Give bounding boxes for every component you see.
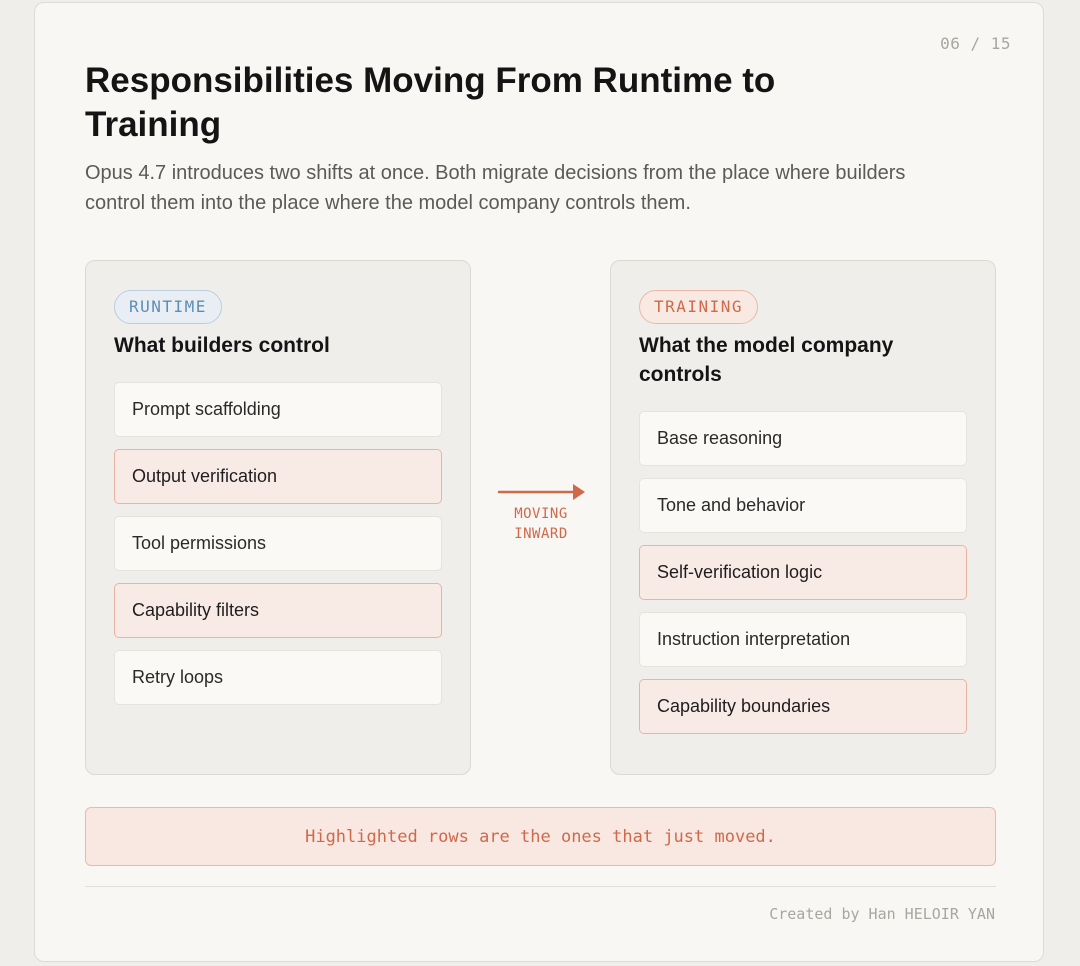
training-tag: TRAINING bbox=[639, 290, 759, 324]
runtime-list: Prompt scaffolding Output verification T… bbox=[114, 382, 442, 717]
runtime-tag: RUNTIME bbox=[114, 290, 222, 324]
footer-divider bbox=[85, 886, 996, 887]
runtime-item: Retry loops bbox=[114, 650, 442, 705]
page-title: Responsibilities Moving From Runtime to … bbox=[85, 61, 776, 144]
training-item-highlighted: Self-verification logic bbox=[639, 545, 967, 600]
runtime-item: Tool permissions bbox=[114, 516, 442, 571]
connector-label: MOVING INWARD bbox=[497, 504, 585, 544]
credit-text: Created by Han HELOIR YAN bbox=[769, 905, 995, 923]
arrow-right-icon bbox=[497, 484, 585, 500]
runtime-item-highlighted: Output verification bbox=[114, 449, 442, 504]
training-heading: What the model company controls bbox=[639, 334, 894, 386]
connector-label-line2: INWARD bbox=[514, 526, 568, 542]
runtime-item: Prompt scaffolding bbox=[114, 382, 442, 437]
runtime-panel: RUNTIME What builders control Prompt sca… bbox=[85, 260, 471, 775]
runtime-heading: What builders control bbox=[114, 334, 330, 357]
training-panel: TRAINING What the model company controls… bbox=[610, 260, 996, 775]
training-item-highlighted: Capability boundaries bbox=[639, 679, 967, 734]
highlight-note: Highlighted rows are the ones that just … bbox=[85, 807, 996, 866]
page-subtitle: Opus 4.7 introduces two shifts at once. … bbox=[85, 162, 906, 214]
training-item: Base reasoning bbox=[639, 411, 967, 466]
runtime-item-highlighted: Capability filters bbox=[114, 583, 442, 638]
connector-label-line1: MOVING bbox=[514, 506, 568, 522]
training-list: Base reasoning Tone and behavior Self-ve… bbox=[639, 411, 967, 746]
training-item: Tone and behavior bbox=[639, 478, 967, 533]
moving-inward-connector: MOVING INWARD bbox=[497, 481, 587, 551]
training-item: Instruction interpretation bbox=[639, 612, 967, 667]
slide-card: 06 / 15 Responsibilities Moving From Run… bbox=[34, 2, 1044, 962]
page-counter: 06 / 15 bbox=[940, 34, 1011, 53]
